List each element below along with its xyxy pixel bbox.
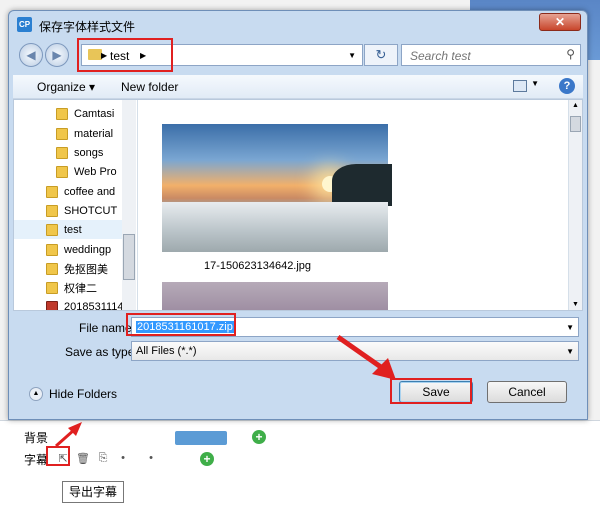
tree-item-label: coffee and: [64, 185, 116, 198]
tree-item[interactable]: Web Pro: [56, 162, 117, 181]
chevron-down-icon[interactable]: ▼: [566, 323, 574, 332]
tree-item-label: Camtasi: [74, 107, 115, 120]
save-type-label: Save as type:: [65, 345, 138, 359]
tree-item[interactable]: 权律二: [46, 278, 97, 297]
save-type-value: All Files (*.*): [136, 345, 197, 357]
file-list-scrollbar[interactable]: ▲ ▼: [568, 100, 582, 310]
tree-item-label: 2018531114: [64, 300, 124, 311]
tree-item[interactable]: 2018531114: [46, 297, 124, 310]
timeline-row-label: 字幕: [24, 452, 49, 467]
annotation-box: [126, 313, 236, 336]
add-icon[interactable]: +: [200, 452, 214, 466]
save-type-select[interactable]: All Files (*.*) ▼: [131, 341, 579, 361]
title-bar[interactable]: CP 保存字体样式文件 ✕: [9, 11, 587, 37]
annotation-box: [390, 378, 472, 404]
folder-icon: [56, 165, 68, 178]
dot-icon: •: [149, 452, 153, 464]
tree-item-label: test: [64, 223, 82, 236]
chevron-down-icon[interactable]: ▼: [566, 347, 574, 356]
file-list: 17-150623134642.jpg: [140, 100, 570, 310]
tree-item[interactable]: songs: [56, 143, 103, 162]
folder-icon: [46, 223, 58, 236]
tree-item-label: material: [74, 127, 114, 140]
folder-icon: [46, 262, 58, 275]
view-options-icon[interactable]: [513, 80, 527, 92]
timeline-clip[interactable]: [175, 431, 227, 445]
dot-icon: •: [121, 452, 125, 464]
tree-item-label: SHOTCUT: [64, 204, 118, 217]
app-icon: CP: [17, 17, 32, 32]
tree-item-label: songs: [74, 146, 104, 159]
folder-icon: [46, 204, 58, 217]
image-thumbnail[interactable]: [162, 282, 388, 310]
tree-scrollbar[interactable]: [122, 100, 136, 310]
back-button[interactable]: ◀: [19, 43, 43, 67]
tree-item-label: weddingp: [64, 243, 112, 256]
refresh-button[interactable]: ↻: [364, 44, 398, 66]
collapse-icon: ▲: [29, 387, 43, 401]
tooltip: 导出字幕: [62, 481, 125, 503]
dialog-footer: ▲ Hide Folders Save Cancel: [13, 373, 583, 413]
hide-folders-button[interactable]: ▲ Hide Folders: [29, 387, 117, 401]
file-name[interactable]: 17-150623134642.jpg: [204, 260, 311, 272]
save-form: File name: 2018531161017.zip ▼ Save as t…: [13, 311, 583, 371]
tree-item-label: 权律二: [64, 282, 97, 295]
scroll-down-icon[interactable]: ▼: [572, 301, 579, 308]
tree-item[interactable]: coffee and: [46, 182, 115, 201]
tree-item[interactable]: Camtasi: [56, 104, 114, 123]
dialog-title: 保存字体样式文件: [39, 20, 136, 34]
search-input[interactable]: [408, 48, 558, 64]
tree-item[interactable]: 免抠图美: [46, 259, 108, 278]
tree-item[interactable]: SHOTCUT: [46, 201, 117, 220]
add-icon[interactable]: +: [252, 430, 266, 444]
hill: [332, 164, 392, 206]
tree-item[interactable]: weddingp: [46, 240, 111, 259]
folder-icon: [56, 146, 68, 159]
file-icon: [46, 300, 58, 310]
folder-icon: [56, 127, 68, 140]
close-button[interactable]: ✕: [539, 13, 581, 31]
tree-item-selected[interactable]: test: [14, 220, 122, 239]
cancel-button[interactable]: Cancel: [487, 381, 567, 403]
scroll-up-icon[interactable]: ▲: [572, 102, 579, 109]
image-thumbnail[interactable]: [162, 124, 392, 252]
scroll-thumb[interactable]: [570, 116, 581, 132]
beach: [162, 202, 388, 252]
delete-icon[interactable]: 🗑: [76, 452, 90, 466]
browser-body: Camtasi material songs Web Pro coffee an…: [13, 99, 583, 311]
annotation-box: [77, 38, 173, 72]
scroll-thumb[interactable]: [123, 234, 135, 280]
annotation-box: [46, 446, 70, 466]
chevron-down-icon[interactable]: ▼: [531, 79, 539, 88]
folder-icon: [46, 185, 58, 198]
forward-button[interactable]: ▶: [45, 43, 69, 67]
help-icon[interactable]: ?: [559, 78, 575, 94]
folder-tree: Camtasi material songs Web Pro coffee an…: [14, 100, 138, 310]
timeline-row-background: 背景 +: [0, 425, 600, 449]
timeline-row-subtitle: 字幕 ⇱ 🗑 ⎘ • • +: [0, 447, 600, 471]
tree-item-label: 免抠图美: [64, 263, 108, 276]
search-icon[interactable]: ⚲: [566, 47, 575, 61]
new-folder-button[interactable]: New folder: [121, 80, 178, 94]
organize-menu[interactable]: Organize ▾: [37, 80, 95, 94]
search-box[interactable]: ⚲: [401, 44, 581, 66]
folder-icon: [46, 281, 58, 294]
hide-folders-label: Hide Folders: [49, 387, 118, 401]
tree-item-label: Web Pro: [74, 165, 117, 178]
folder-icon: [46, 243, 58, 256]
folder-icon: [56, 107, 68, 120]
toolbar: Organize ▾ New folder ▼ ?: [13, 75, 583, 99]
import-icon[interactable]: ⎘: [96, 452, 110, 466]
tree-item[interactable]: material: [56, 124, 113, 143]
chevron-down-icon[interactable]: ▼: [348, 51, 356, 60]
timeline-row-label: 背景: [24, 430, 49, 445]
